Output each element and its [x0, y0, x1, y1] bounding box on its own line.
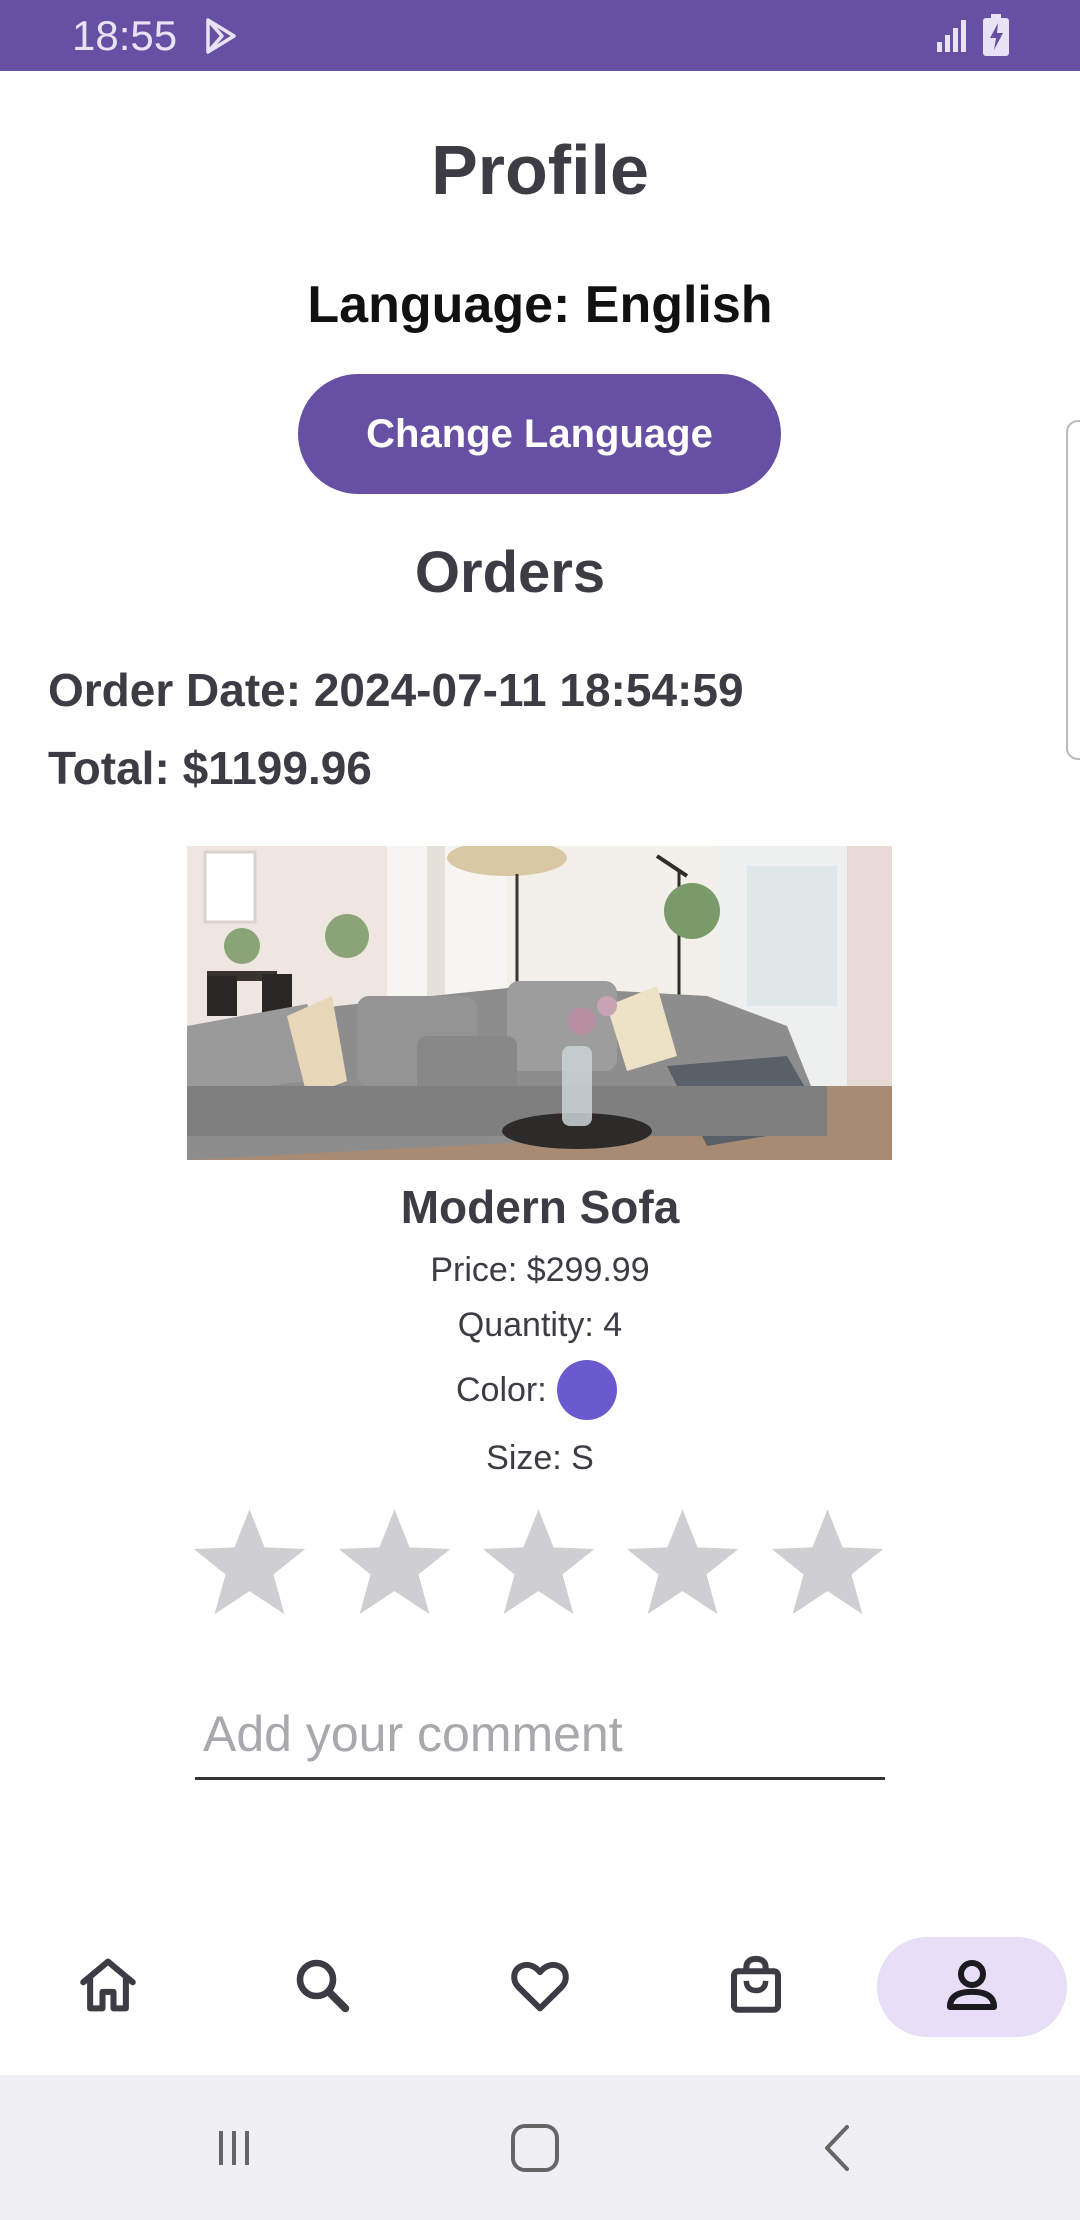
orders-heading: Orders	[414, 540, 606, 605]
bottom-navigation	[0, 1925, 1080, 2075]
recent-apps-icon	[209, 2123, 259, 2178]
page-title: Profile	[431, 131, 649, 209]
product-color-row: Color:	[0, 1360, 1080, 1420]
home-button[interactable]	[495, 2115, 575, 2185]
product-price: Price: $299.99	[430, 1251, 650, 1289]
home-icon	[75, 1952, 141, 2023]
product-size: Size: S	[486, 1439, 594, 1477]
back-icon	[813, 2123, 863, 2178]
order-total: Total: $1199.96	[48, 742, 372, 794]
nav-profile[interactable]	[877, 1937, 1067, 2037]
signal-icon	[935, 18, 971, 52]
status-bar: 18:55	[0, 0, 1080, 71]
recent-apps-button[interactable]	[194, 2115, 274, 2185]
language-label: Language: English	[307, 276, 773, 334]
nav-search[interactable]	[227, 1937, 417, 2037]
heart-icon	[507, 1952, 573, 2023]
star-icon-3[interactable]	[476, 1500, 601, 1625]
nav-home[interactable]	[13, 1937, 203, 2037]
star-icon-2[interactable]	[332, 1500, 457, 1625]
star-icon-1[interactable]	[187, 1500, 312, 1625]
star-icon-4[interactable]	[620, 1500, 745, 1625]
battery-charging-icon	[982, 14, 1010, 56]
product-name: Modern Sofa	[400, 1181, 680, 1233]
nav-favorites[interactable]	[445, 1937, 635, 2037]
profile-icon	[939, 1952, 1005, 2023]
status-time: 18:55	[72, 12, 178, 59]
nav-cart[interactable]	[661, 1937, 851, 2037]
shopping-bag-icon	[723, 1952, 789, 2023]
rating-stars	[187, 1500, 892, 1625]
comment-input[interactable]	[195, 1690, 885, 1780]
product-quantity: Quantity: 4	[457, 1306, 623, 1344]
product-image-modern-sofa	[187, 846, 892, 1160]
back-button[interactable]	[798, 2115, 878, 2185]
color-swatch	[557, 1360, 617, 1420]
star-icon-5[interactable]	[765, 1500, 890, 1625]
system-navigation-bar	[0, 2075, 1080, 2220]
color-label: Color:	[456, 1371, 547, 1409]
edge-panel-handle[interactable]	[1066, 420, 1080, 760]
search-icon	[289, 1952, 355, 2023]
home-button-icon	[510, 2123, 560, 2178]
order-date: Order Date: 2024-07-11 18:54:59	[48, 664, 744, 716]
play-store-icon	[200, 16, 240, 56]
change-language-button[interactable]: Change Language	[298, 374, 781, 494]
